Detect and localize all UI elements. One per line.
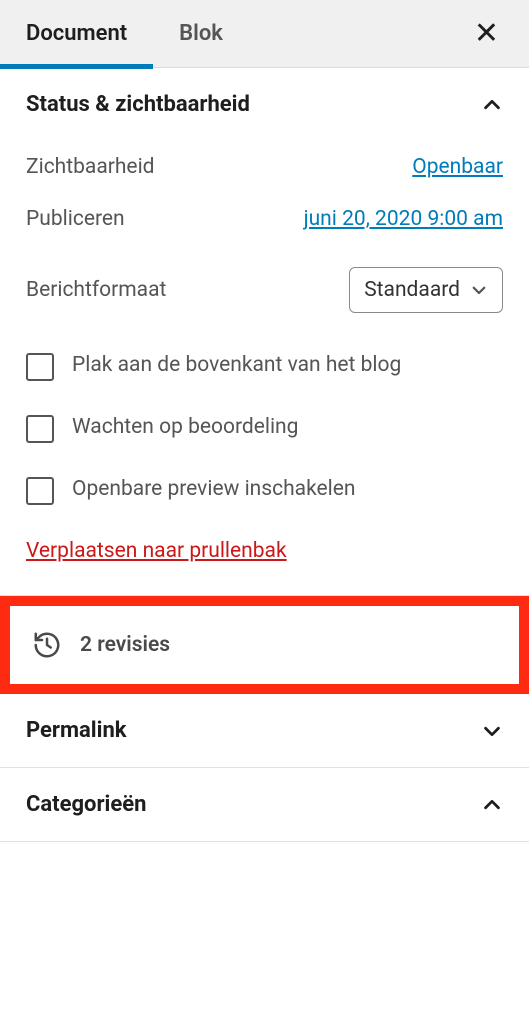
revisions-highlight: 2 revisies bbox=[0, 596, 529, 694]
row-publish: Publiceren juni 20, 2020 9:00 am bbox=[26, 193, 503, 245]
close-icon[interactable]: ✕ bbox=[464, 6, 509, 61]
publish-label: Publiceren bbox=[26, 207, 125, 231]
panel-categories: Categorieën bbox=[0, 768, 529, 842]
post-format-value: Standaard bbox=[364, 278, 460, 302]
visibility-label: Zichtbaarheid bbox=[26, 155, 155, 179]
revisions-label: 2 revisies bbox=[80, 633, 170, 657]
publish-date-link[interactable]: juni 20, 2020 9:00 am bbox=[304, 207, 503, 231]
tab-block[interactable]: Blok bbox=[153, 0, 249, 69]
panel-title: Permalink bbox=[26, 718, 127, 743]
panel-status-header[interactable]: Status & zichtbaarheid bbox=[0, 68, 529, 141]
public-preview-checkbox[interactable] bbox=[26, 477, 54, 505]
panel-permalink: Permalink bbox=[0, 694, 529, 768]
post-format-label: Berichtformaat bbox=[26, 278, 166, 302]
tab-document[interactable]: Document bbox=[0, 0, 153, 69]
panel-title: Categorieën bbox=[26, 792, 146, 817]
visibility-value-link[interactable]: Openbaar bbox=[412, 155, 503, 179]
row-visibility: Zichtbaarheid Openbaar bbox=[26, 141, 503, 193]
panel-permalink-header[interactable]: Permalink bbox=[0, 694, 529, 767]
move-to-trash-link[interactable]: Verplaatsen naar prullenbak bbox=[26, 521, 287, 571]
chevron-up-icon bbox=[481, 94, 503, 116]
chevron-down-icon bbox=[481, 720, 503, 742]
row-post-format: Berichtformaat Standaard bbox=[26, 245, 503, 335]
sidebar-tabs: Document Blok ✕ bbox=[0, 0, 529, 68]
history-icon bbox=[32, 630, 62, 660]
row-sticky: Plak aan de bovenkant van het blog bbox=[26, 335, 503, 397]
row-public-preview: Openbare preview inschakelen bbox=[26, 459, 503, 521]
post-format-select[interactable]: Standaard bbox=[349, 267, 503, 313]
row-pending-review: Wachten op beoordeling bbox=[26, 397, 503, 459]
panel-status-body: Zichtbaarheid Openbaar Publiceren juni 2… bbox=[0, 141, 529, 595]
sticky-label: Plak aan de bovenkant van het blog bbox=[72, 351, 401, 380]
panel-categories-header[interactable]: Categorieën bbox=[0, 768, 529, 841]
public-preview-label: Openbare preview inschakelen bbox=[72, 475, 356, 504]
pending-review-checkbox[interactable] bbox=[26, 415, 54, 443]
pending-review-label: Wachten op beoordeling bbox=[72, 413, 298, 442]
chevron-up-icon bbox=[481, 794, 503, 816]
chevron-down-icon bbox=[470, 281, 488, 299]
panel-title: Status & zichtbaarheid bbox=[26, 92, 250, 117]
panel-status-visibility: Status & zichtbaarheid Zichtbaarheid Ope… bbox=[0, 68, 529, 596]
revisions-button[interactable]: 2 revisies bbox=[10, 606, 519, 684]
sticky-checkbox[interactable] bbox=[26, 353, 54, 381]
